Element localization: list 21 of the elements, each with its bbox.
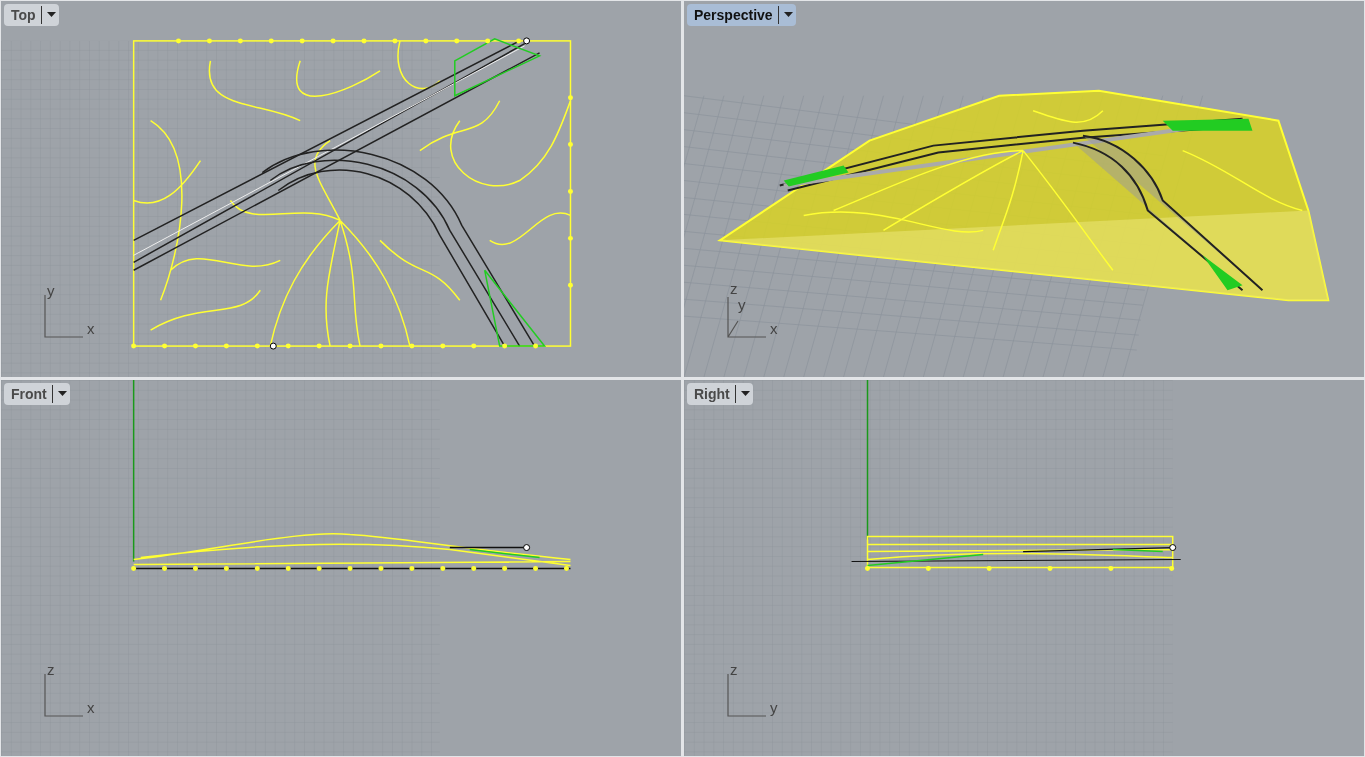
axis-label: y <box>770 700 778 715</box>
viewport-tab[interactable]: Right <box>687 383 753 405</box>
dropdown-caret-icon[interactable] <box>46 12 56 18</box>
viewport-tab[interactable]: Front <box>4 383 70 405</box>
axis-label: z <box>47 662 55 677</box>
axis-label: x <box>87 321 95 336</box>
dropdown-caret-icon[interactable] <box>57 391 67 397</box>
viewport-tab[interactable]: Perspective <box>687 4 796 26</box>
axis-label: z <box>730 281 738 296</box>
axis-label: y <box>47 283 55 298</box>
viewport-tab[interactable]: Top <box>4 4 59 26</box>
axis-label: z <box>730 662 738 677</box>
viewport-title: Perspective <box>694 5 773 25</box>
viewport-title: Front <box>11 384 47 404</box>
dropdown-caret-icon[interactable] <box>783 12 793 18</box>
viewport-title: Right <box>694 384 730 404</box>
axis-label: x <box>87 700 95 715</box>
axis-label: y <box>738 297 746 312</box>
viewport-title: Top <box>11 5 36 25</box>
axis-label: x <box>770 321 778 336</box>
dropdown-caret-icon[interactable] <box>740 391 750 397</box>
